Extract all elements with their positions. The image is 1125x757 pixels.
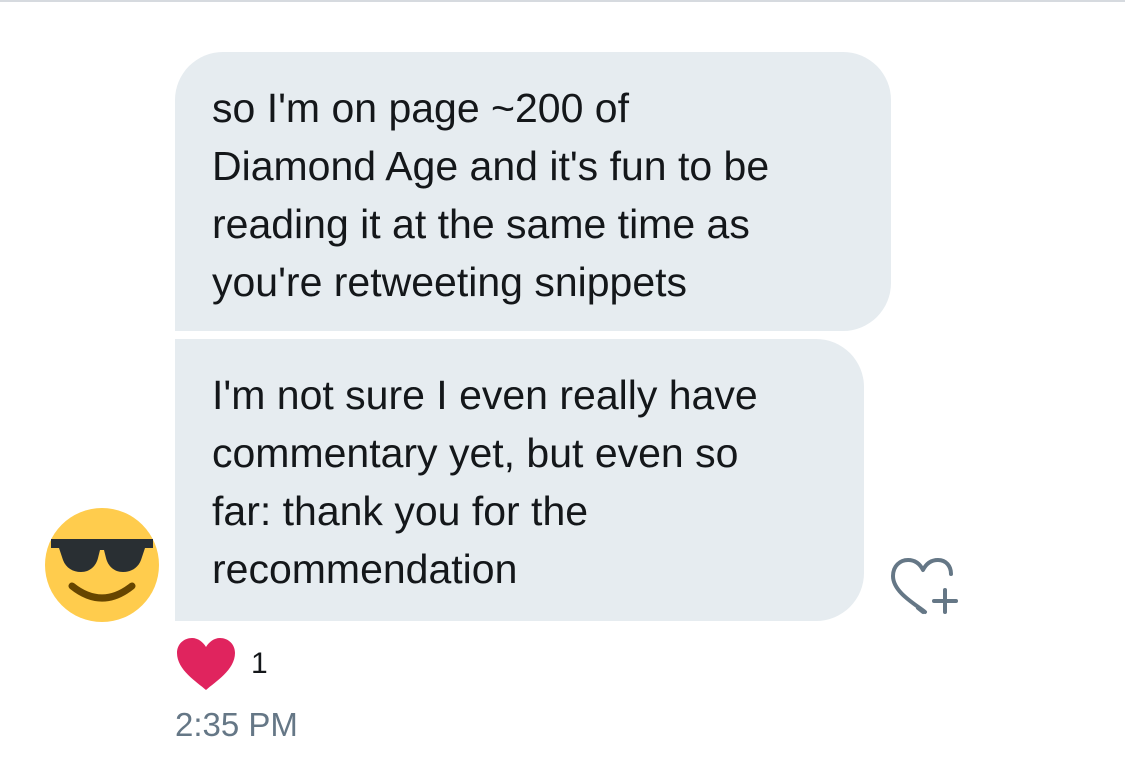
sender-avatar[interactable]: [45, 508, 159, 622]
message-bubble[interactable]: I'm not sure I even really have commenta…: [175, 339, 864, 621]
message-timestamp: 2:35 PM: [175, 706, 298, 743]
reaction-summary[interactable]: 1: [175, 636, 268, 692]
sunglasses-face-emoji-icon: [45, 508, 159, 622]
message-bubble[interactable]: so I'm on page ~200 of Diamond Age and i…: [175, 52, 891, 331]
heart-plus-icon: [891, 558, 958, 614]
heart-icon: [177, 638, 235, 690]
add-reaction-button[interactable]: [885, 552, 961, 618]
top-divider: [0, 0, 1125, 2]
like-count: 1: [251, 647, 268, 680]
